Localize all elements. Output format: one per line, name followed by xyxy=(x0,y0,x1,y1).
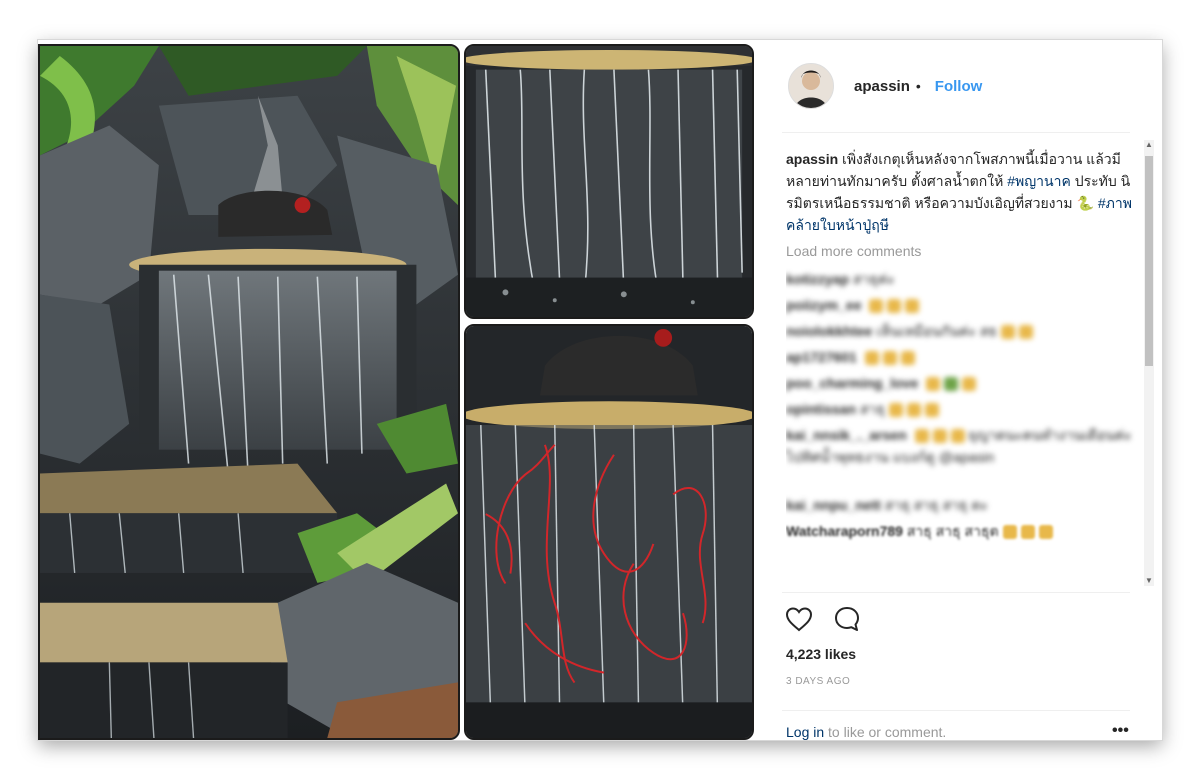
load-more-comments-button[interactable]: Load more comments xyxy=(786,240,1138,262)
comment-icon xyxy=(835,607,859,631)
scroll-up-icon[interactable]: ▲ xyxy=(1144,140,1154,150)
comments-list[interactable]: apassin เพิ่งสังเกตุเห็นหลังจากโพสภาพนี้… xyxy=(786,148,1138,588)
waterfall-outlined-image xyxy=(466,326,752,738)
scrollbar-thumb[interactable] xyxy=(1145,156,1153,366)
comment-row: kotizzyap สาธุค่ะ xyxy=(786,271,895,287)
comment-row: noiolokkhtee เห็นเหมือนกันค่ะ สธ xyxy=(786,320,1138,340)
waterfall-photo-main[interactable] xyxy=(38,44,460,740)
post-photo-collage[interactable] xyxy=(38,40,760,740)
login-prompt: Log in to like or comment. xyxy=(786,724,946,740)
likes-count[interactable]: 4,223 likes xyxy=(786,646,856,662)
comment-button[interactable] xyxy=(832,604,862,634)
header-divider xyxy=(782,132,1130,133)
comment-row: poiizym_ee xyxy=(786,294,1138,314)
comment-row: opintissan สาธุ xyxy=(786,398,1138,418)
comment-row: ap1727601 xyxy=(786,346,1138,366)
heart-icon xyxy=(785,607,813,632)
waterfall-photo-outlined[interactable] xyxy=(464,324,754,740)
waterfall-main-image xyxy=(40,46,458,738)
waterfall-photo-closeup[interactable] xyxy=(464,44,754,319)
comment-row: kai_nnpu_nett สาธุ สาธุ สาธุ ตะ xyxy=(786,497,988,513)
comments-scrollbar[interactable]: ▲ ▼ xyxy=(1144,140,1154,586)
follow-button[interactable]: Follow xyxy=(935,78,983,95)
comments-divider xyxy=(782,592,1130,593)
header-separator: • xyxy=(915,78,921,94)
login-link[interactable]: Log in xyxy=(786,724,824,740)
footer-divider xyxy=(782,710,1130,711)
waterfall-closeup-image xyxy=(466,46,752,317)
post-actions xyxy=(784,604,862,634)
login-prompt-text: to like or comment. xyxy=(824,724,947,740)
post-username[interactable]: apassin xyxy=(854,78,910,95)
like-button[interactable] xyxy=(784,604,814,634)
post-header: apassin • Follow xyxy=(782,56,1142,116)
avatar-image xyxy=(789,64,833,108)
comment-row: kai_nnsik_._arsen ยุญาตนะคนทำงานเดือนค่ะ… xyxy=(786,427,1132,465)
post-timestamp: 3 DAYS AGO xyxy=(786,676,851,687)
caption-username[interactable]: apassin xyxy=(786,151,838,167)
comment-row: poo_charming_love xyxy=(786,372,1138,392)
comment-row: Watcharaporn789 สาธุ สาธุ สาธุต xyxy=(786,520,1138,540)
avatar[interactable] xyxy=(788,63,834,109)
caption-hashtag-1[interactable]: #พญานาค xyxy=(1007,173,1071,189)
post-sidebar: apassin • Follow apassin เพิ่งสังเกตุเห็… xyxy=(782,40,1162,740)
post-caption: apassin เพิ่งสังเกตุเห็นหลังจากโพสภาพนี้… xyxy=(786,148,1138,236)
post-window: apassin • Follow apassin เพิ่งสังเกตุเห็… xyxy=(38,40,1162,740)
scroll-down-icon[interactable]: ▼ xyxy=(1144,576,1154,586)
more-options-button[interactable]: ••• xyxy=(1112,722,1129,740)
caption-emoji: 🐍 xyxy=(1076,195,1094,211)
